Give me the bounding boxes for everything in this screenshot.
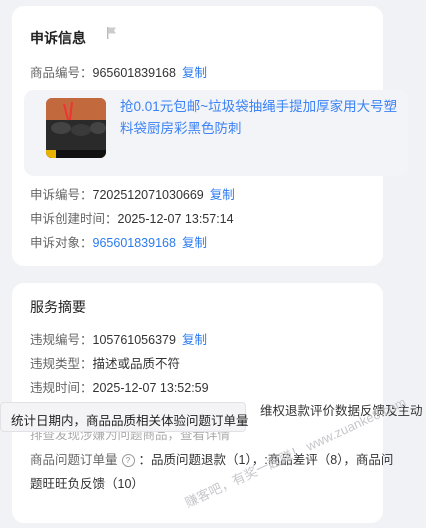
- violation-time-row: 违规时间：2025-12-07 13:52:59: [30, 377, 209, 396]
- violation-type-label: 违规类型：: [30, 357, 93, 371]
- appeal-info-card: 申诉信息 商品编号：965601839168 复制 抢0.01元包邮~垃圾袋抽绳手…: [12, 6, 408, 266]
- violation-type-value: 描述或品质不符: [92, 357, 181, 371]
- issue-order-label: 商品问题订单量: [30, 453, 118, 467]
- violation-no-row: 违规编号：105761056379 复制: [30, 329, 207, 348]
- violation-time-value: 2025-12-07 13:52:59: [92, 381, 209, 395]
- appeal-created-label: 申诉创建时间：: [30, 212, 118, 226]
- appeal-object-link[interactable]: 965601839168: [93, 236, 176, 250]
- product-thumbnail: [46, 98, 106, 158]
- product-title-link[interactable]: 抢0.01元包邮~垃圾袋抽绳手提加厚家用大号塑料袋厨房彩黑色防刺: [120, 96, 402, 140]
- appeal-object-row: 申诉对象：965601839168 复制: [30, 232, 207, 251]
- violation-no-label: 违规编号：: [30, 333, 93, 347]
- help-question-icon[interactable]: ?: [121, 454, 135, 468]
- violation-type-row: 违规类型：描述或品质不符: [30, 353, 180, 372]
- appeal-no-label: 申诉编号：: [30, 188, 93, 202]
- appeal-created-value: 2025-12-07 13:57:14: [117, 212, 234, 226]
- copy-appeal-no-button[interactable]: 复制: [210, 188, 235, 202]
- copy-violation-no-button[interactable]: 复制: [182, 333, 207, 347]
- flag-icon[interactable]: [106, 26, 118, 40]
- product-id-value: 965601839168: [92, 66, 176, 80]
- copy-appeal-object-button[interactable]: 复制: [182, 236, 207, 250]
- service-summary-title: 服务摘要: [30, 299, 86, 315]
- product-id-row: 商品编号：965601839168 复制: [30, 62, 207, 81]
- copy-product-id-button[interactable]: 复制: [182, 66, 207, 80]
- product-id-label: 商品编号：: [30, 66, 93, 80]
- issue-order-row: 商品问题订单量? ：品质问题退款（1），:商品差评（8），商品问: [30, 449, 393, 468]
- garbage-bag-image-icon: [46, 98, 106, 158]
- appeal-object-label: 申诉对象：: [30, 236, 93, 250]
- issue-order-value-2: 题旺旺负反馈（10）: [30, 477, 144, 491]
- appeal-created-row: 申诉创建时间：2025-12-07 13:57:14: [30, 208, 234, 227]
- violation-no-value: 105761056379: [92, 333, 176, 347]
- violation-time-label: 违规时间：: [30, 381, 93, 395]
- issue-order-tooltip: 统计日期内，商品品质相关体验问题订单量: [0, 402, 249, 432]
- issue-order-row-2: 题旺旺负反馈（10）: [30, 473, 144, 492]
- appeal-no-value: 7202512071030669: [92, 188, 204, 202]
- appeal-info-title: 申诉信息: [30, 30, 86, 46]
- appeal-no-row: 申诉编号：7202512071030669 复制: [30, 184, 235, 203]
- product-card[interactable]: 抢0.01元包邮~垃圾袋抽绳手提加厚家用大号塑料袋厨房彩黑色防刺: [24, 90, 408, 176]
